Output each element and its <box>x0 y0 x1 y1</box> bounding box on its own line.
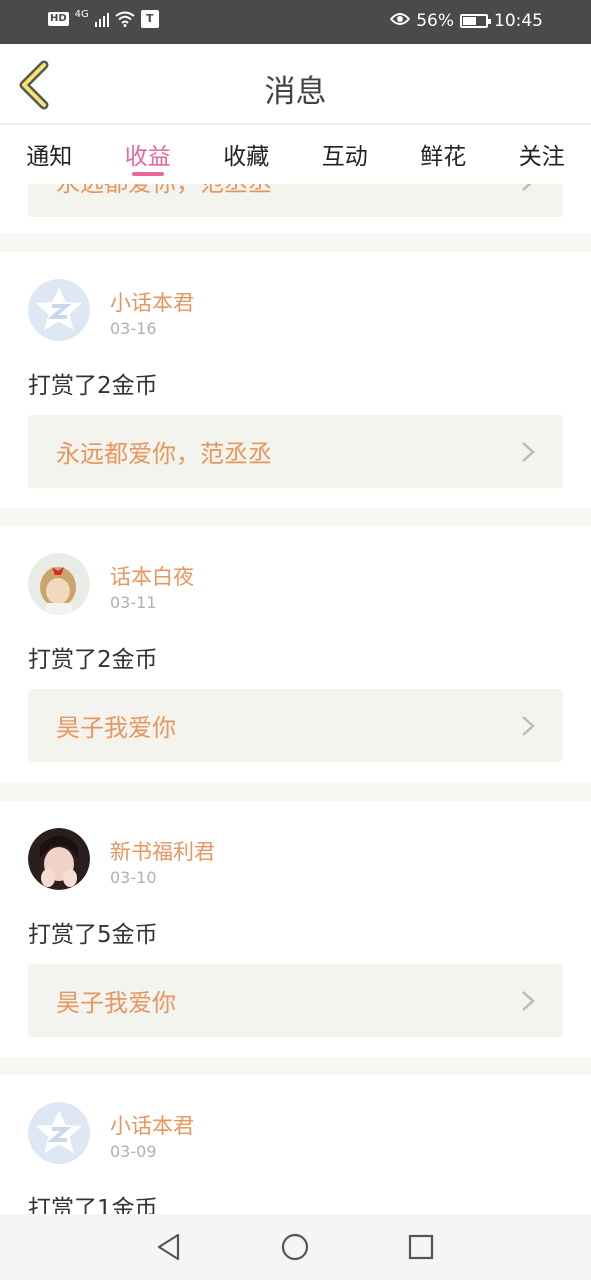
chevron-right-icon <box>522 184 532 191</box>
tab-notifications[interactable]: 通知 <box>0 127 99 184</box>
battery-icon <box>460 14 491 28</box>
back-triangle-icon[interactable] <box>154 1232 184 1262</box>
status-bar: HD 4G T 56% 10:45 <box>0 0 591 44</box>
eye-comfort-icon <box>389 12 411 30</box>
date: 03-11 <box>110 593 157 612</box>
app-notification-icon: T <box>140 10 159 28</box>
screen: HD 4G T 56% 10:45 消息 通知 收益 收藏 互动 鲜花 关注 小… <box>0 0 591 1280</box>
clock: 10:45 <box>494 11 543 31</box>
user-photo-icon <box>28 828 90 890</box>
message-text: 昊子我爱你 <box>56 714 176 742</box>
message-feed[interactable]: 永远都爱你，范丞丞 小话本君 03-16 打赏了2金币 永远都爱你，范丞丞 <box>0 184 591 1214</box>
chevron-right-icon <box>522 716 535 736</box>
message-text: 昊子我爱你 <box>56 989 176 1017</box>
tab-interactions[interactable]: 互动 <box>296 127 395 184</box>
hd-icon: HD <box>48 12 69 26</box>
reward-text: 打赏了5金币 <box>28 922 158 948</box>
reward-text: 打赏了2金币 <box>28 647 158 673</box>
chevron-right-icon <box>522 991 535 1011</box>
username[interactable]: 话本白夜 <box>110 561 194 591</box>
signal-icon <box>94 11 109 27</box>
battery-percent: 56% <box>416 11 454 31</box>
avatar[interactable] <box>28 553 90 615</box>
default-avatar-icon <box>28 279 90 341</box>
date: 03-09 <box>110 1142 157 1161</box>
date: 03-10 <box>110 868 157 887</box>
status-right: 56% 10:45 <box>389 11 543 31</box>
message-text: 永远都爱你，范丞丞 <box>56 440 272 468</box>
home-circle-icon[interactable] <box>280 1232 310 1262</box>
reward-text: 打赏了1金币 <box>28 1196 158 1214</box>
username[interactable]: 小话本君 <box>110 1110 194 1140</box>
avatar[interactable] <box>28 1102 90 1164</box>
message-card: 新书福利君 03-10 打赏了5金币 昊子我爱你 <box>0 801 591 1057</box>
date: 03-16 <box>110 319 157 338</box>
reward-text: 打赏了2金币 <box>28 373 158 399</box>
message-box[interactable]: 永远都爱你，范丞丞 <box>28 415 563 488</box>
message-box[interactable]: 永远都爱你，范丞丞 <box>28 184 563 217</box>
tab-favorites[interactable]: 收藏 <box>197 127 296 184</box>
message-card: 话本白夜 03-11 打赏了2金币 昊子我爱你 <box>0 526 591 782</box>
tab-following[interactable]: 关注 <box>493 127 591 184</box>
network-type: 4G <box>74 9 89 20</box>
message-box[interactable]: 昊子我爱你 <box>28 689 563 762</box>
tab-bar: 通知 收益 收藏 互动 鲜花 关注 <box>0 127 591 184</box>
avatar[interactable] <box>28 279 90 341</box>
tab-flowers[interactable]: 鲜花 <box>394 127 493 184</box>
message-box[interactable]: 昊子我爱你 <box>28 964 563 1037</box>
system-nav-bar <box>0 1214 591 1280</box>
app-bar: 消息 <box>0 44 591 125</box>
message-card-partial: 永远都爱你，范丞丞 <box>0 184 591 233</box>
status-left: HD 4G T <box>48 10 159 28</box>
user-photo-icon <box>28 553 90 615</box>
tab-earnings[interactable]: 收益 <box>99 127 198 184</box>
username[interactable]: 小话本君 <box>110 287 194 317</box>
message-card: 小话本君 03-09 打赏了1金币 <box>0 1075 591 1214</box>
default-avatar-icon <box>28 1102 90 1164</box>
username[interactable]: 新书福利君 <box>110 836 215 866</box>
message-text: 永远都爱你，范丞丞 <box>56 184 272 198</box>
message-card: 小话本君 03-16 打赏了2金币 永远都爱你，范丞丞 <box>0 252 591 508</box>
wifi-icon <box>115 11 135 27</box>
chevron-right-icon <box>522 442 535 462</box>
page-title: 消息 <box>264 74 327 110</box>
avatar[interactable] <box>28 828 90 890</box>
recents-square-icon[interactable] <box>406 1232 436 1262</box>
